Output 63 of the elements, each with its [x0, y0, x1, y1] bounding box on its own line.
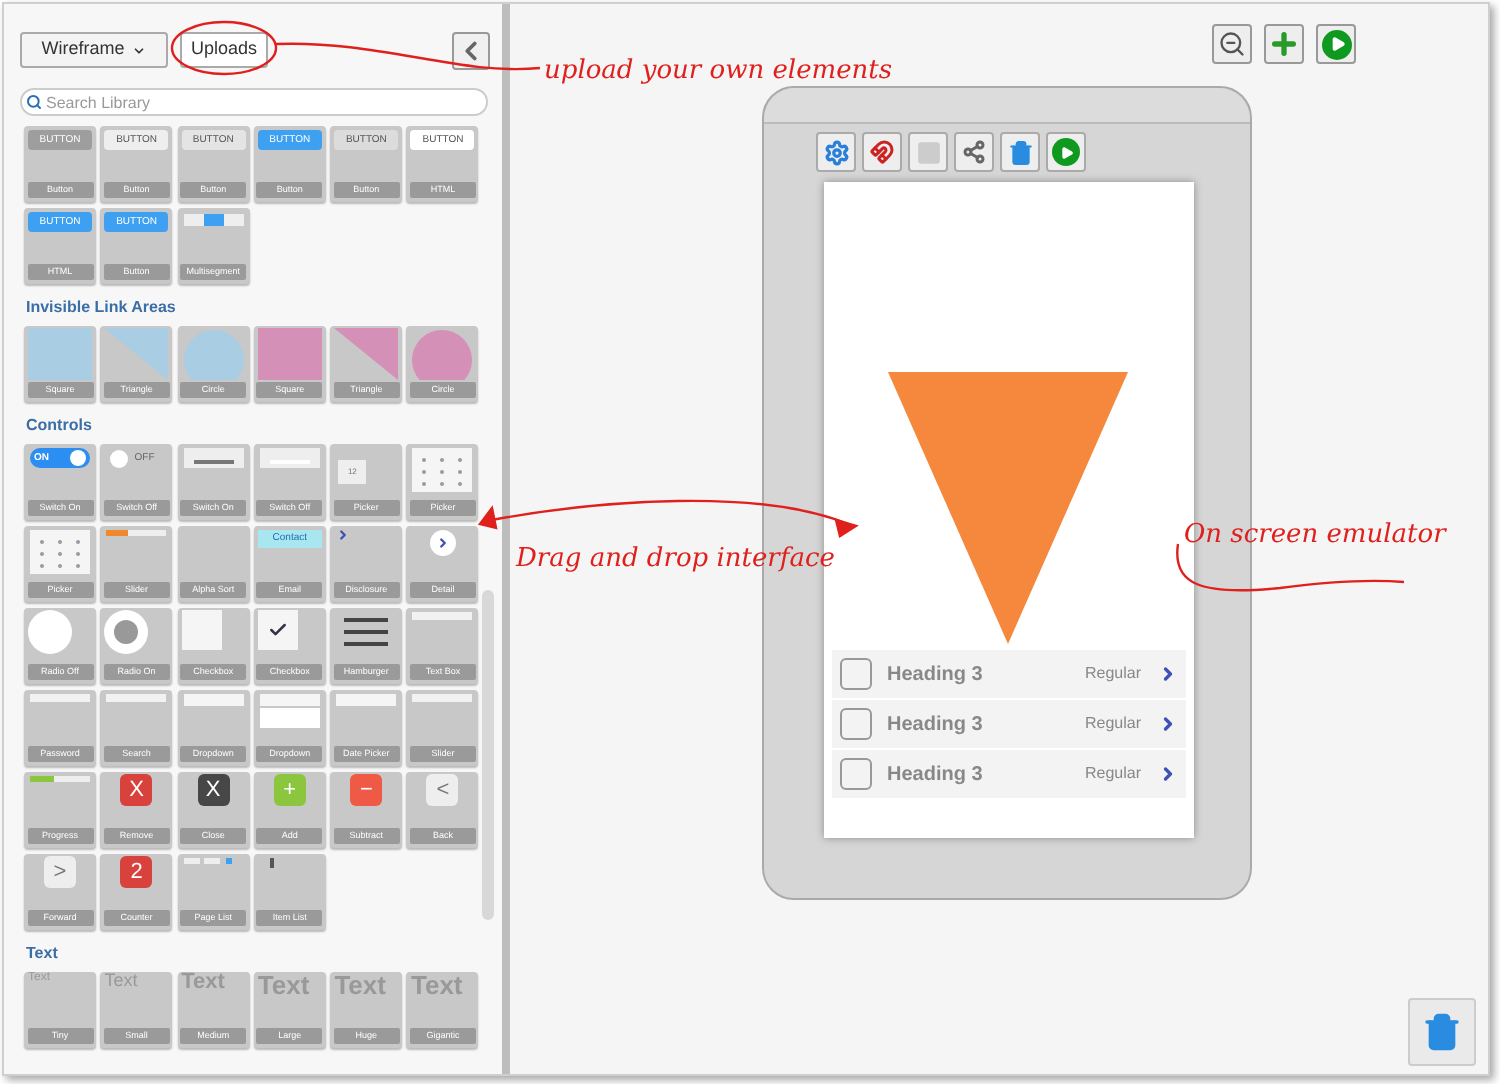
preview-text: >	[53, 861, 67, 883]
picker-grid-icon	[412, 448, 473, 492]
plus-icon	[1268, 28, 1300, 60]
checkbox[interactable]	[839, 758, 871, 790]
list-row[interactable]: Heading 3 Regular	[831, 650, 1185, 698]
row-detail: Regular	[1084, 662, 1141, 686]
play-button[interactable]	[1046, 132, 1086, 172]
section-heading: Controls	[26, 416, 94, 436]
row-detail: Regular	[1084, 762, 1141, 786]
play-button[interactable]	[1316, 24, 1356, 64]
page-icon	[915, 139, 941, 165]
uploads-button[interactable]: Uploads	[180, 32, 268, 68]
preview-text: <	[436, 779, 450, 801]
caret-icon	[132, 43, 147, 57]
search-field[interactable]: Search Library	[20, 88, 488, 116]
section-heading: Text	[26, 944, 60, 964]
field-preview	[412, 694, 473, 702]
picker-grid-icon	[30, 530, 90, 574]
magnet-button[interactable]	[862, 132, 902, 172]
row-title: Heading 3	[887, 711, 983, 739]
wireframe-dropdown[interactable]: Wireframe	[20, 32, 168, 68]
play-icon	[1321, 29, 1351, 59]
field-preview	[412, 612, 473, 620]
row-detail: Regular	[1084, 712, 1141, 736]
zoom-out-icon	[1218, 30, 1246, 58]
chevron-icon	[336, 528, 351, 542]
nodes-icon	[962, 140, 986, 164]
list-row[interactable]: Heading 3 Regular	[831, 700, 1185, 748]
checkbox[interactable]	[839, 708, 871, 740]
hamburger-icon	[344, 616, 389, 648]
row-title: Heading 3	[887, 761, 983, 789]
section-heading: Invisible Link Areas	[26, 298, 178, 318]
scrollbar[interactable]	[482, 590, 494, 920]
trash-icon	[1007, 139, 1033, 165]
trash-icon	[1422, 1012, 1462, 1052]
preview-text: X	[205, 779, 221, 801]
add-button[interactable]	[1264, 24, 1304, 64]
preview-text: 2	[130, 861, 143, 883]
annotation-text: upload your own elements	[544, 54, 893, 90]
search-icon	[26, 94, 42, 110]
connect-button[interactable]	[954, 132, 994, 172]
delete-button[interactable]	[1408, 998, 1476, 1066]
annotation-text: Drag and drop interface	[516, 542, 835, 578]
detail-icon	[429, 530, 456, 556]
play-icon	[1052, 138, 1080, 166]
triangle-shape[interactable]	[888, 372, 1128, 644]
zoom-out-button[interactable]	[1212, 24, 1252, 64]
segments-icon	[183, 214, 244, 226]
row-title: Heading 3	[887, 661, 983, 689]
annotation-text: On screen emulator	[1184, 518, 1446, 554]
preview-text: X	[129, 779, 144, 801]
list-row[interactable]: Heading 3 Regular	[831, 750, 1185, 798]
preview-text: +	[283, 779, 297, 801]
checkbox[interactable]	[839, 658, 871, 690]
item-list-icon	[269, 858, 278, 868]
settings-icon	[823, 139, 849, 165]
field-preview	[106, 694, 167, 702]
field-preview	[30, 694, 90, 702]
delete-button[interactable]	[1000, 132, 1040, 172]
magnet-icon	[870, 140, 894, 164]
settings-button[interactable]	[816, 132, 856, 172]
preview-text: −	[359, 779, 373, 801]
collapse-button[interactable]	[452, 31, 490, 69]
